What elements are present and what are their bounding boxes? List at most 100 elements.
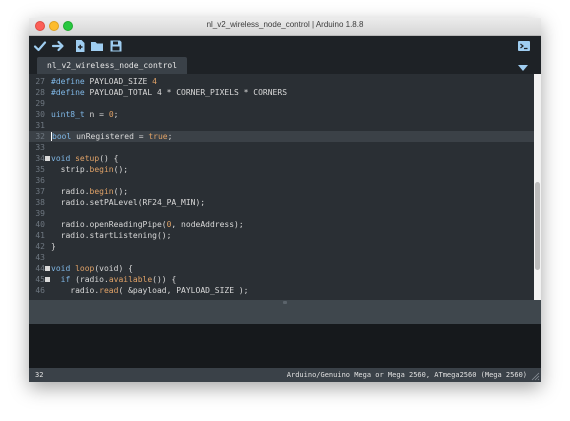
code-token: ; bbox=[167, 132, 173, 141]
code-line[interactable]: 31 bbox=[29, 120, 534, 131]
save-sketch-button[interactable] bbox=[109, 39, 123, 53]
code-token: 4 bbox=[152, 77, 157, 86]
arrow-right-icon bbox=[51, 40, 64, 52]
line-number: 46 bbox=[35, 286, 45, 295]
code-line[interactable]: 44 void loop(void) { bbox=[29, 263, 534, 274]
code-line[interactable]: 40 radio.openReadingPipe(0, nodeAddress)… bbox=[29, 219, 534, 230]
fold-marker-icon[interactable] bbox=[45, 156, 50, 161]
line-number: 43 bbox=[35, 253, 45, 262]
divider-handle[interactable] bbox=[283, 301, 287, 304]
line-number: 42 bbox=[35, 242, 45, 251]
code-token: loop bbox=[75, 264, 95, 273]
code-line[interactable]: 27 #define PAYLOAD_SIZE 4 bbox=[29, 76, 534, 87]
floppy-icon bbox=[110, 40, 122, 52]
code-token: uint8_t bbox=[51, 110, 85, 119]
resize-grip-icon[interactable] bbox=[531, 372, 540, 381]
code-line[interactable]: 43 bbox=[29, 252, 534, 263]
console-divider[interactable] bbox=[29, 300, 541, 324]
code-text: radio.setPALevel(RF24_PA_MIN); bbox=[51, 197, 206, 208]
line-number: 33 bbox=[35, 143, 45, 152]
code-token: radio. bbox=[51, 187, 90, 196]
code-token: () { bbox=[99, 154, 119, 163]
code-line[interactable]: 37 radio.begin(); bbox=[29, 186, 534, 197]
line-number: 41 bbox=[35, 231, 45, 240]
code-line[interactable]: 45 if (radio.available()) { bbox=[29, 274, 534, 285]
code-line[interactable]: 46 radio.read( &payload, PAYLOAD_SIZE ); bbox=[29, 285, 534, 296]
status-bar: 32 Arduino/Genuino Mega or Mega 2560, AT… bbox=[29, 368, 541, 382]
line-number: 32 bbox=[35, 132, 45, 141]
code-line[interactable]: 34 void setup() { bbox=[29, 153, 534, 164]
line-number: 39 bbox=[35, 209, 45, 218]
code-text: #define PAYLOAD_SIZE 4 bbox=[51, 76, 157, 87]
code-line[interactable]: 28 #define PAYLOAD_TOTAL 4 * CORNER_PIXEL… bbox=[29, 87, 534, 98]
code-line[interactable]: 38 radio.setPALevel(RF24_PA_MIN); bbox=[29, 197, 534, 208]
code-token: (); bbox=[113, 165, 129, 174]
code-text: bool unRegistered = true; bbox=[51, 131, 172, 142]
upload-button[interactable] bbox=[51, 39, 65, 53]
code-token: ; bbox=[113, 110, 119, 119]
code-line[interactable]: 29 bbox=[29, 98, 534, 109]
code-token: } bbox=[51, 242, 56, 251]
line-number: 38 bbox=[35, 198, 45, 207]
code-text: if (radio.available()) { bbox=[51, 274, 177, 285]
open-sketch-button[interactable] bbox=[90, 39, 104, 53]
fold-marker-icon[interactable] bbox=[45, 277, 50, 282]
code-token: strip. bbox=[51, 165, 90, 174]
line-number: 40 bbox=[35, 220, 45, 229]
serial-monitor-button[interactable] bbox=[517, 39, 531, 53]
code-token: (); bbox=[113, 187, 129, 196]
tab-menu-button[interactable] bbox=[517, 60, 529, 71]
line-number: 44 bbox=[35, 264, 45, 273]
code-text: uint8_t n = 0; bbox=[51, 109, 118, 120]
line-number: 30 bbox=[35, 110, 45, 119]
code-text: strip.begin(); bbox=[51, 164, 128, 175]
triangle-down-icon bbox=[518, 65, 528, 71]
code-line[interactable]: 32 bool unRegistered = true; bbox=[29, 131, 534, 142]
code-token: if bbox=[60, 275, 71, 284]
code-text: void loop(void) { bbox=[51, 263, 133, 274]
code-line[interactable]: 36 bbox=[29, 175, 534, 186]
line-number: 28 bbox=[35, 88, 45, 97]
toolbar bbox=[29, 36, 541, 56]
code-line[interactable]: 30 uint8_t n = 0; bbox=[29, 109, 534, 120]
line-number: 27 bbox=[35, 77, 45, 86]
folder-icon bbox=[91, 42, 103, 51]
code-text: radio.read( &payload, PAYLOAD_SIZE ); bbox=[51, 285, 248, 296]
tab-sketch[interactable]: nl_v2_wireless_node_control bbox=[37, 57, 188, 74]
code-token: begin bbox=[89, 165, 114, 174]
code-token: setup bbox=[75, 154, 100, 163]
status-line-number: 32 bbox=[35, 371, 44, 379]
verify-button[interactable] bbox=[33, 39, 47, 53]
line-number: 36 bbox=[35, 176, 45, 185]
code-text: } bbox=[51, 241, 56, 252]
code-token: read bbox=[99, 286, 119, 295]
vertical-scrollbar[interactable] bbox=[534, 74, 541, 300]
checkmark-icon bbox=[33, 41, 47, 52]
line-number: 34 bbox=[35, 154, 45, 163]
code-token: begin bbox=[89, 187, 114, 196]
code-editor[interactable]: 27 #define PAYLOAD_SIZE 4 28 #define PAYLOA… bbox=[29, 74, 534, 300]
code-line[interactable]: 35 strip.begin(); bbox=[29, 164, 534, 175]
code-token: #define bbox=[51, 77, 85, 86]
line-number: 29 bbox=[35, 99, 45, 108]
code-text: radio.begin(); bbox=[51, 186, 128, 197]
line-number: 45 bbox=[35, 275, 45, 284]
code-token: ()) { bbox=[152, 275, 177, 284]
line-number: 31 bbox=[35, 121, 45, 130]
code-text: void setup() { bbox=[51, 153, 118, 164]
code-text: #define PAYLOAD_TOTAL 4 * CORNER_PIXELS … bbox=[51, 87, 287, 98]
code-token: void bbox=[51, 154, 71, 163]
arduino-ide-window: nl_v2_wireless_node_control | Arduino 1.… bbox=[29, 18, 541, 382]
code-line[interactable]: 41 radio.startListening(); bbox=[29, 230, 534, 241]
code-line[interactable]: 39 bbox=[29, 208, 534, 219]
new-sketch-button[interactable] bbox=[73, 39, 87, 53]
code-token: radio.openReadingPipe( bbox=[51, 220, 167, 229]
code-token: unRegistered = bbox=[71, 132, 149, 141]
code-token: PAYLOAD_SIZE bbox=[84, 77, 153, 86]
scrollbar-thumb[interactable] bbox=[535, 182, 540, 270]
code-token: radio.startListening(); bbox=[51, 231, 172, 240]
fold-marker-icon[interactable] bbox=[45, 266, 50, 271]
code-line[interactable]: 42} bbox=[29, 241, 534, 252]
code-line[interactable]: 33 bbox=[29, 142, 534, 153]
